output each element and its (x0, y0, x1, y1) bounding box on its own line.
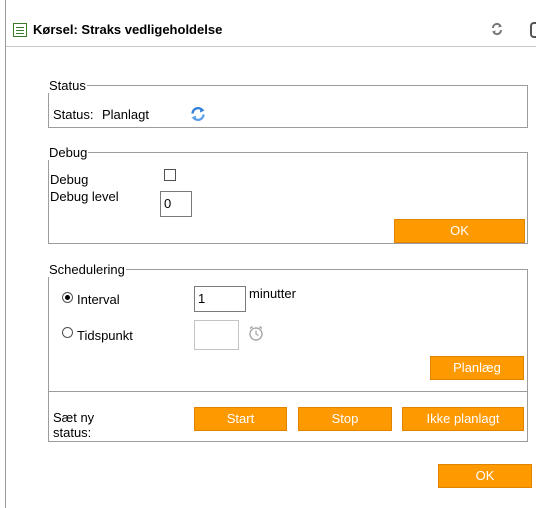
new-status-label-line2: status: (53, 425, 92, 440)
window-titlebar: Kørsel: Straks vedligeholdelse (6, 16, 536, 46)
status-value: Planlagt (102, 107, 149, 122)
interval-label: Interval (77, 292, 120, 307)
stop-button[interactable]: Stop (298, 407, 392, 431)
window-icon (13, 23, 27, 37)
status-label: Status: (53, 107, 94, 122)
window-title: Kørsel: Straks vedligeholdelse (33, 22, 223, 37)
debug-checkbox[interactable] (164, 169, 176, 181)
title-divider (6, 46, 536, 47)
debug-label: Debug (50, 172, 89, 187)
plan-button[interactable]: Planlæg (430, 356, 524, 380)
clock-icon[interactable] (247, 324, 265, 342)
status-refresh-icon[interactable] (190, 106, 206, 122)
time-radio[interactable] (62, 327, 73, 338)
interval-input[interactable]: 1 (194, 286, 246, 312)
debug-level-label: Debug level (50, 189, 119, 204)
unschedule-button[interactable]: Ikke planlagt (402, 407, 524, 431)
status-legend: Status (49, 78, 86, 93)
panel-edge (530, 22, 536, 38)
time-input[interactable] (194, 320, 239, 350)
refresh-icon[interactable] (490, 22, 504, 36)
debug-legend: Debug (49, 145, 88, 160)
schedule-legend: Schedulering (49, 262, 125, 277)
debug-level-input[interactable]: 0 (160, 191, 192, 217)
debug-ok-button[interactable]: OK (394, 219, 525, 243)
start-button[interactable]: Start (194, 407, 287, 431)
interval-radio[interactable] (62, 292, 73, 303)
interval-unit: minutter (249, 286, 296, 301)
footer-ok-button[interactable]: OK (438, 464, 532, 488)
time-label: Tidspunkt (77, 328, 133, 343)
new-status-label-line1: Sæt ny (53, 410, 95, 425)
schedule-separator (49, 391, 527, 392)
window-left-border (5, 0, 6, 508)
